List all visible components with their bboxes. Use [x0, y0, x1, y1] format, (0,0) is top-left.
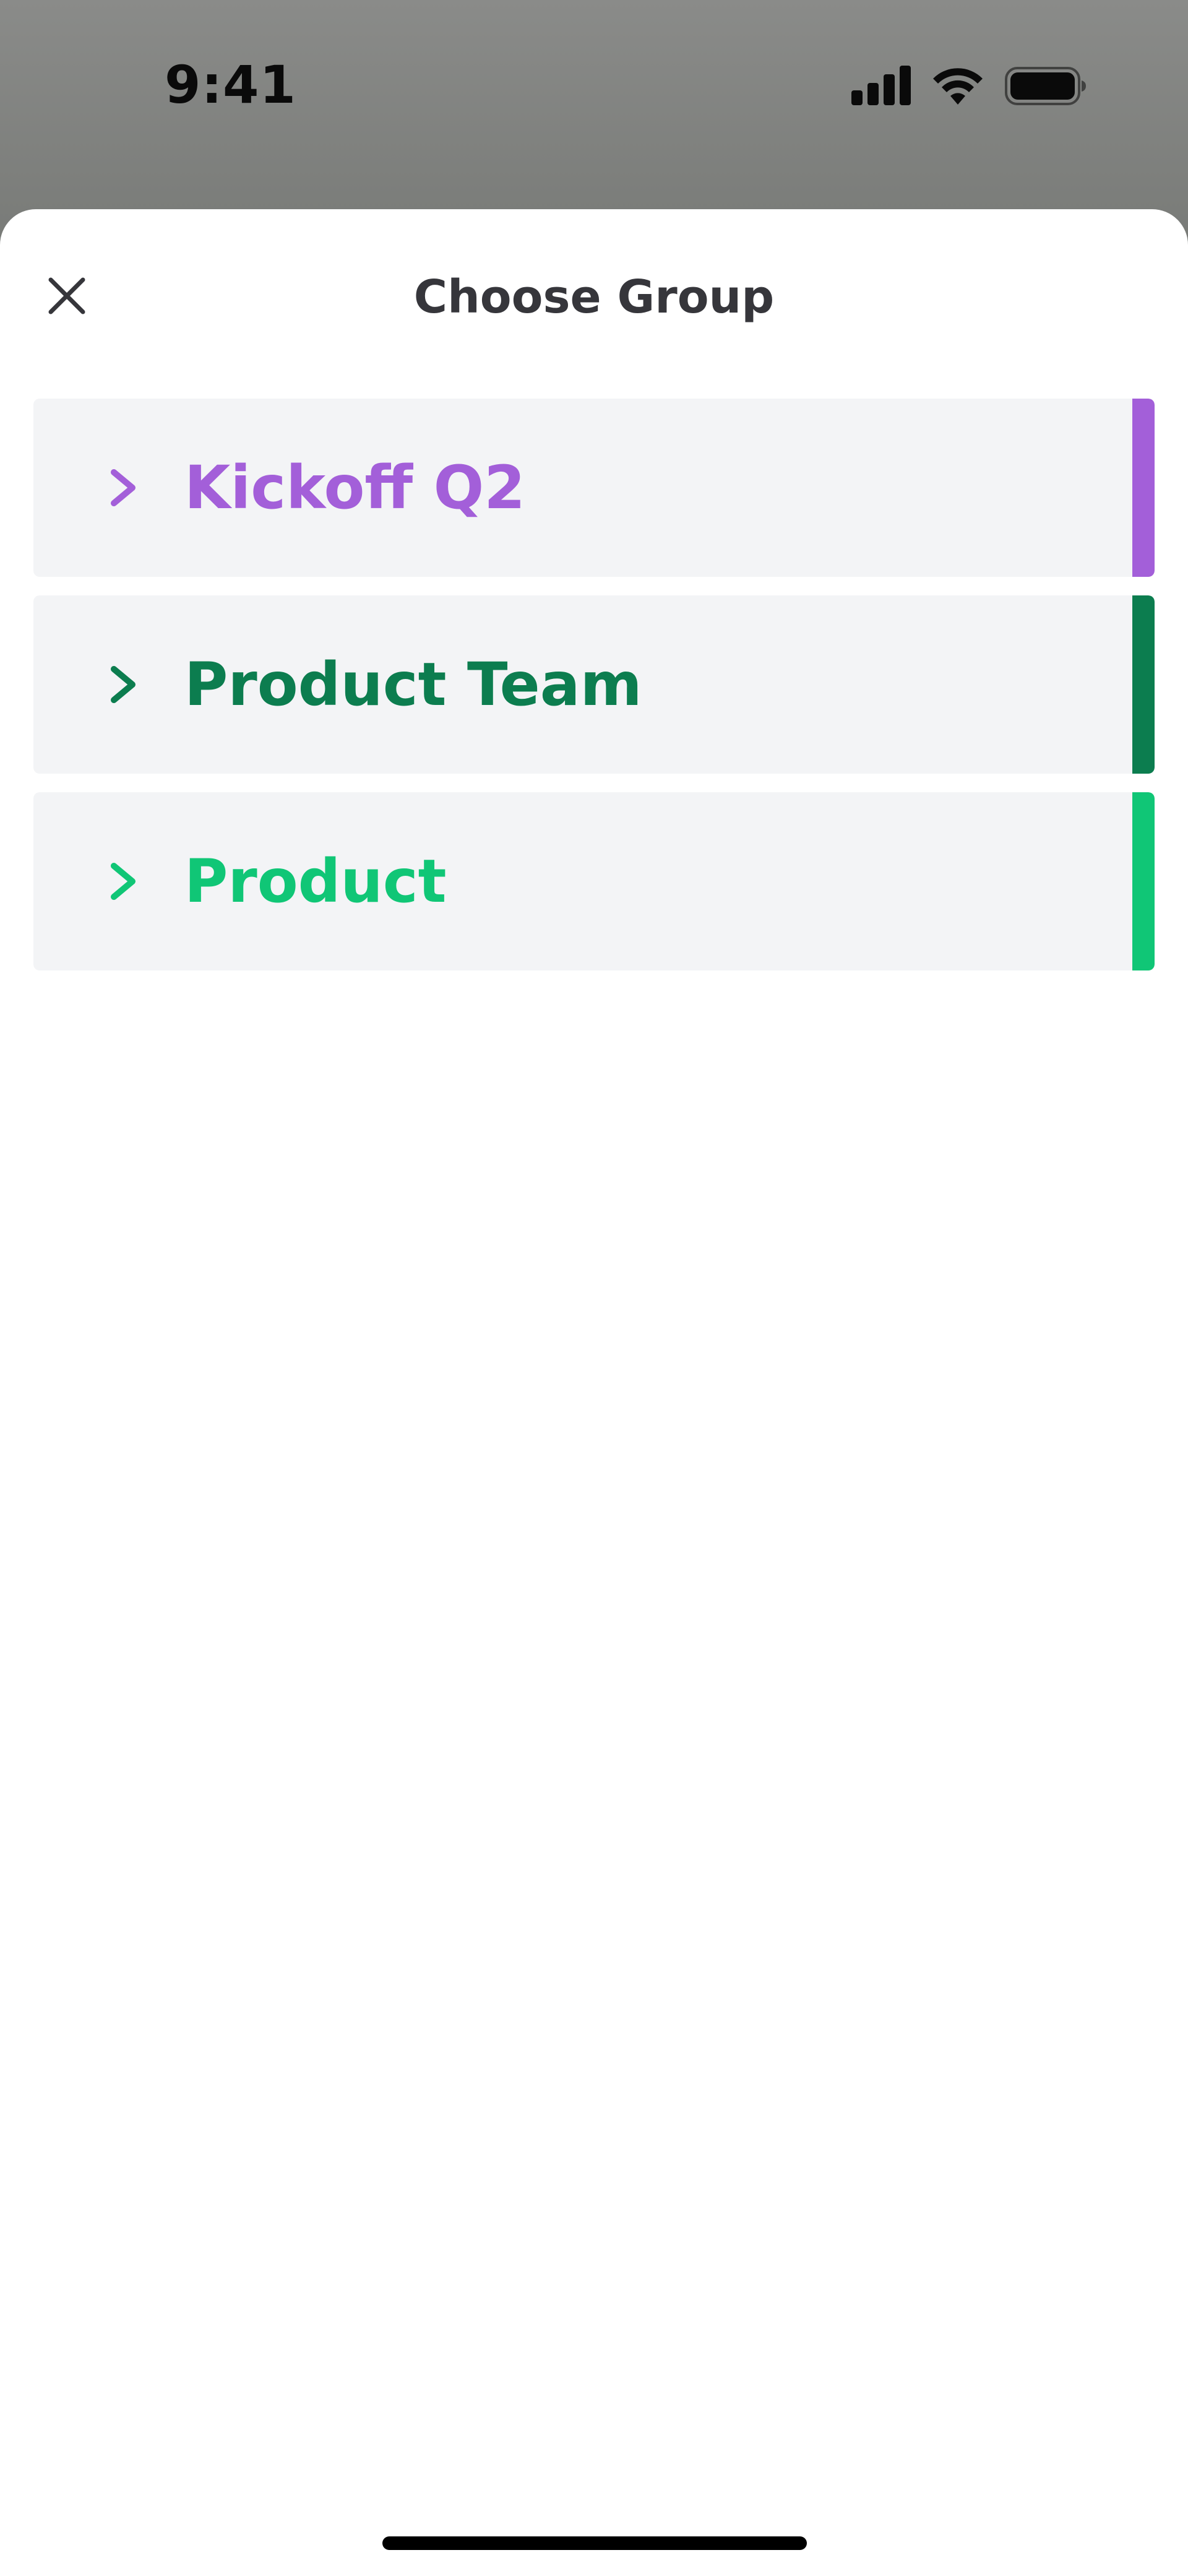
group-item-kickoff-q2[interactable]: Kickoff Q2 — [33, 399, 1155, 577]
group-item-product-team[interactable]: Product Team — [33, 595, 1155, 774]
status-time: 9:41 — [165, 54, 296, 115]
chevron-right-icon — [111, 469, 136, 506]
close-icon — [47, 276, 87, 318]
group-label: Product Team — [184, 650, 642, 719]
close-button[interactable] — [36, 266, 98, 328]
status-icons — [851, 66, 1087, 106]
group-label: Kickoff Q2 — [184, 453, 526, 522]
chevron-right-icon — [111, 666, 136, 703]
group-list: Kickoff Q2 Product Team Product — [33, 399, 1155, 989]
status-bar: 9:41 — [0, 0, 1188, 186]
group-color-bar — [1132, 792, 1155, 970]
battery-icon — [1005, 67, 1087, 105]
chevron-right-icon — [111, 863, 136, 900]
wifi-icon — [932, 66, 984, 106]
group-label: Product — [184, 847, 447, 916]
home-indicator[interactable] — [382, 2536, 807, 2550]
group-color-bar — [1132, 595, 1155, 774]
group-color-bar — [1132, 399, 1155, 577]
signal-icon — [851, 66, 913, 106]
group-item-product[interactable]: Product — [33, 792, 1155, 970]
